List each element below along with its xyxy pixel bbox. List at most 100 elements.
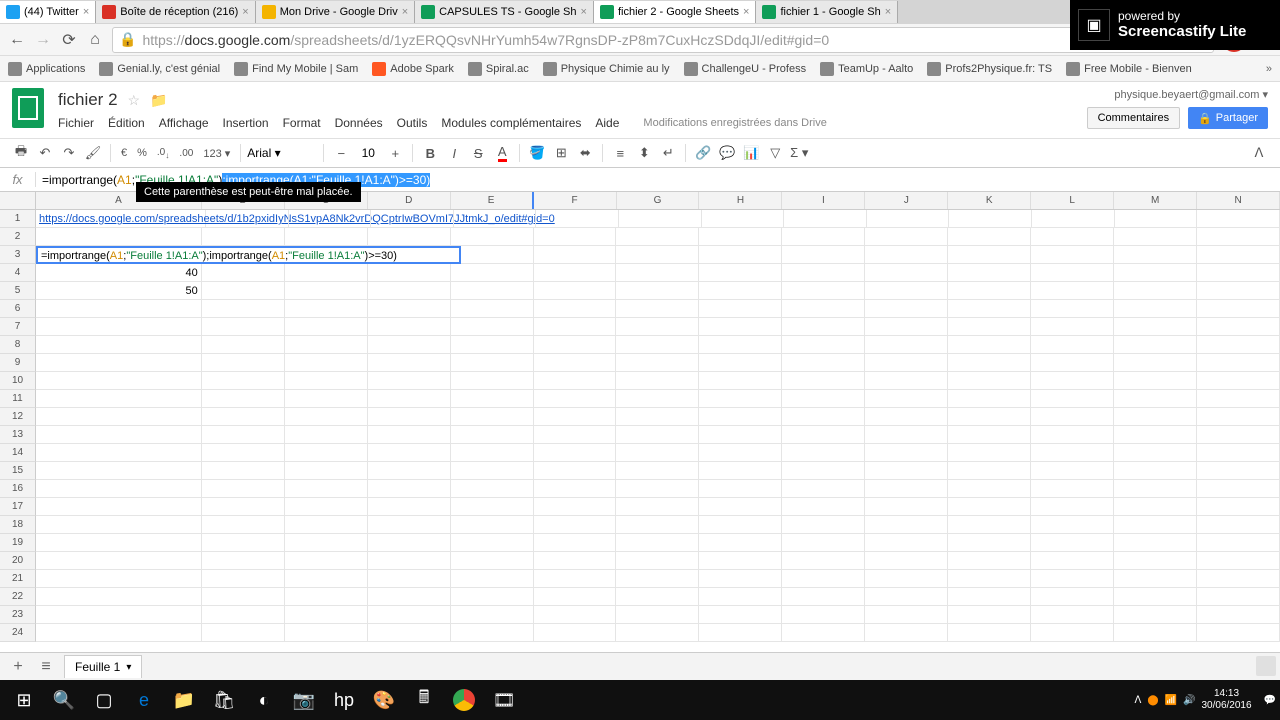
cell[interactable] xyxy=(699,318,782,335)
cell[interactable] xyxy=(1197,480,1280,497)
cell[interactable] xyxy=(616,408,699,425)
cell[interactable] xyxy=(454,210,537,227)
close-icon[interactable]: × xyxy=(402,6,408,18)
chrome-icon[interactable] xyxy=(444,681,484,719)
cell[interactable] xyxy=(451,462,534,479)
cell[interactable] xyxy=(782,390,865,407)
number-format-button[interactable]: 123 ▾ xyxy=(199,147,234,160)
cell[interactable] xyxy=(616,624,699,641)
cell[interactable] xyxy=(948,282,1031,299)
cell[interactable] xyxy=(368,498,451,515)
cell[interactable] xyxy=(534,372,617,389)
row-header[interactable]: 16 xyxy=(0,480,36,498)
col-header-F[interactable]: F xyxy=(534,192,617,209)
cell[interactable] xyxy=(534,318,617,335)
cell[interactable] xyxy=(1197,606,1280,623)
home-button[interactable]: ⌂ xyxy=(86,31,104,49)
grid-row[interactable] xyxy=(36,228,1280,246)
cell[interactable] xyxy=(285,336,368,353)
print-icon[interactable]: 🖶 xyxy=(10,142,32,164)
cell[interactable] xyxy=(865,534,948,551)
row-header[interactable]: 5 xyxy=(0,282,36,300)
close-icon[interactable]: × xyxy=(885,6,891,18)
cell[interactable] xyxy=(865,264,948,281)
cell[interactable] xyxy=(1031,516,1114,533)
cell[interactable] xyxy=(368,372,451,389)
cell[interactable] xyxy=(782,624,865,641)
cell[interactable] xyxy=(285,264,368,281)
cell[interactable] xyxy=(616,246,699,263)
cell[interactable] xyxy=(368,480,451,497)
cell[interactable] xyxy=(1114,606,1197,623)
cell[interactable] xyxy=(699,264,782,281)
tab-drive[interactable]: Mon Drive - Google Driv× xyxy=(256,1,415,23)
cell[interactable] xyxy=(368,552,451,569)
cell[interactable] xyxy=(616,354,699,371)
cell[interactable] xyxy=(616,570,699,587)
cell[interactable] xyxy=(202,552,285,569)
align-v-icon[interactable]: ⬍ xyxy=(633,142,655,164)
close-icon[interactable]: × xyxy=(581,6,587,18)
cell[interactable] xyxy=(36,606,202,623)
cell[interactable] xyxy=(782,426,865,443)
row-header[interactable]: 2 xyxy=(0,228,36,246)
cell[interactable] xyxy=(36,534,202,551)
cell[interactable] xyxy=(368,570,451,587)
bookmark-adobespark[interactable]: Adobe Spark xyxy=(372,62,454,76)
col-header-L[interactable]: L xyxy=(1031,192,1114,209)
cell[interactable] xyxy=(865,444,948,461)
cell[interactable] xyxy=(616,426,699,443)
cell[interactable] xyxy=(948,372,1031,389)
cell[interactable] xyxy=(616,264,699,281)
grid-row[interactable] xyxy=(36,336,1280,354)
bookmark-apps[interactable]: Applications xyxy=(8,62,85,76)
cell[interactable] xyxy=(1197,588,1280,605)
grid-row[interactable] xyxy=(36,444,1280,462)
cell[interactable] xyxy=(1114,534,1197,551)
cell[interactable] xyxy=(285,462,368,479)
cell[interactable] xyxy=(451,282,534,299)
cell[interactable] xyxy=(1031,606,1114,623)
cell[interactable] xyxy=(616,534,699,551)
cell[interactable] xyxy=(202,390,285,407)
cell[interactable] xyxy=(368,588,451,605)
cell[interactable] xyxy=(1114,570,1197,587)
cell[interactable] xyxy=(782,264,865,281)
italic-button[interactable]: I xyxy=(443,142,465,164)
row-header[interactable]: 10 xyxy=(0,372,36,390)
grid-row[interactable] xyxy=(36,354,1280,372)
app-icon[interactable]: 🎨 xyxy=(364,681,404,719)
cell[interactable] xyxy=(1031,462,1114,479)
cell[interactable] xyxy=(534,354,617,371)
volume-icon[interactable]: 🔊 xyxy=(1183,695,1195,706)
cell[interactable] xyxy=(36,624,202,641)
cell[interactable] xyxy=(451,426,534,443)
cell[interactable] xyxy=(36,390,202,407)
cell[interactable] xyxy=(285,498,368,515)
cell[interactable] xyxy=(782,318,865,335)
cell[interactable] xyxy=(534,588,617,605)
cell[interactable] xyxy=(202,336,285,353)
cell[interactable] xyxy=(368,282,451,299)
cell[interactable] xyxy=(202,498,285,515)
undo-icon[interactable]: ↶ xyxy=(34,142,56,164)
cell[interactable] xyxy=(616,282,699,299)
cell[interactable] xyxy=(36,570,202,587)
cell[interactable] xyxy=(285,588,368,605)
font-select[interactable]: Arial ▾ xyxy=(247,146,317,160)
font-size-decrease[interactable]: − xyxy=(330,142,352,164)
cell[interactable] xyxy=(36,372,202,389)
cell[interactable] xyxy=(867,210,950,227)
cell[interactable] xyxy=(451,480,534,497)
cell[interactable] xyxy=(616,480,699,497)
cell[interactable] xyxy=(534,444,617,461)
cell[interactable] xyxy=(782,498,865,515)
row-header[interactable]: 24 xyxy=(0,624,36,642)
cell[interactable] xyxy=(616,516,699,533)
cell[interactable] xyxy=(699,534,782,551)
grid-row[interactable] xyxy=(36,408,1280,426)
cell[interactable] xyxy=(368,426,451,443)
row-header[interactable]: 21 xyxy=(0,570,36,588)
cell[interactable] xyxy=(1115,210,1198,227)
cell[interactable] xyxy=(948,426,1031,443)
